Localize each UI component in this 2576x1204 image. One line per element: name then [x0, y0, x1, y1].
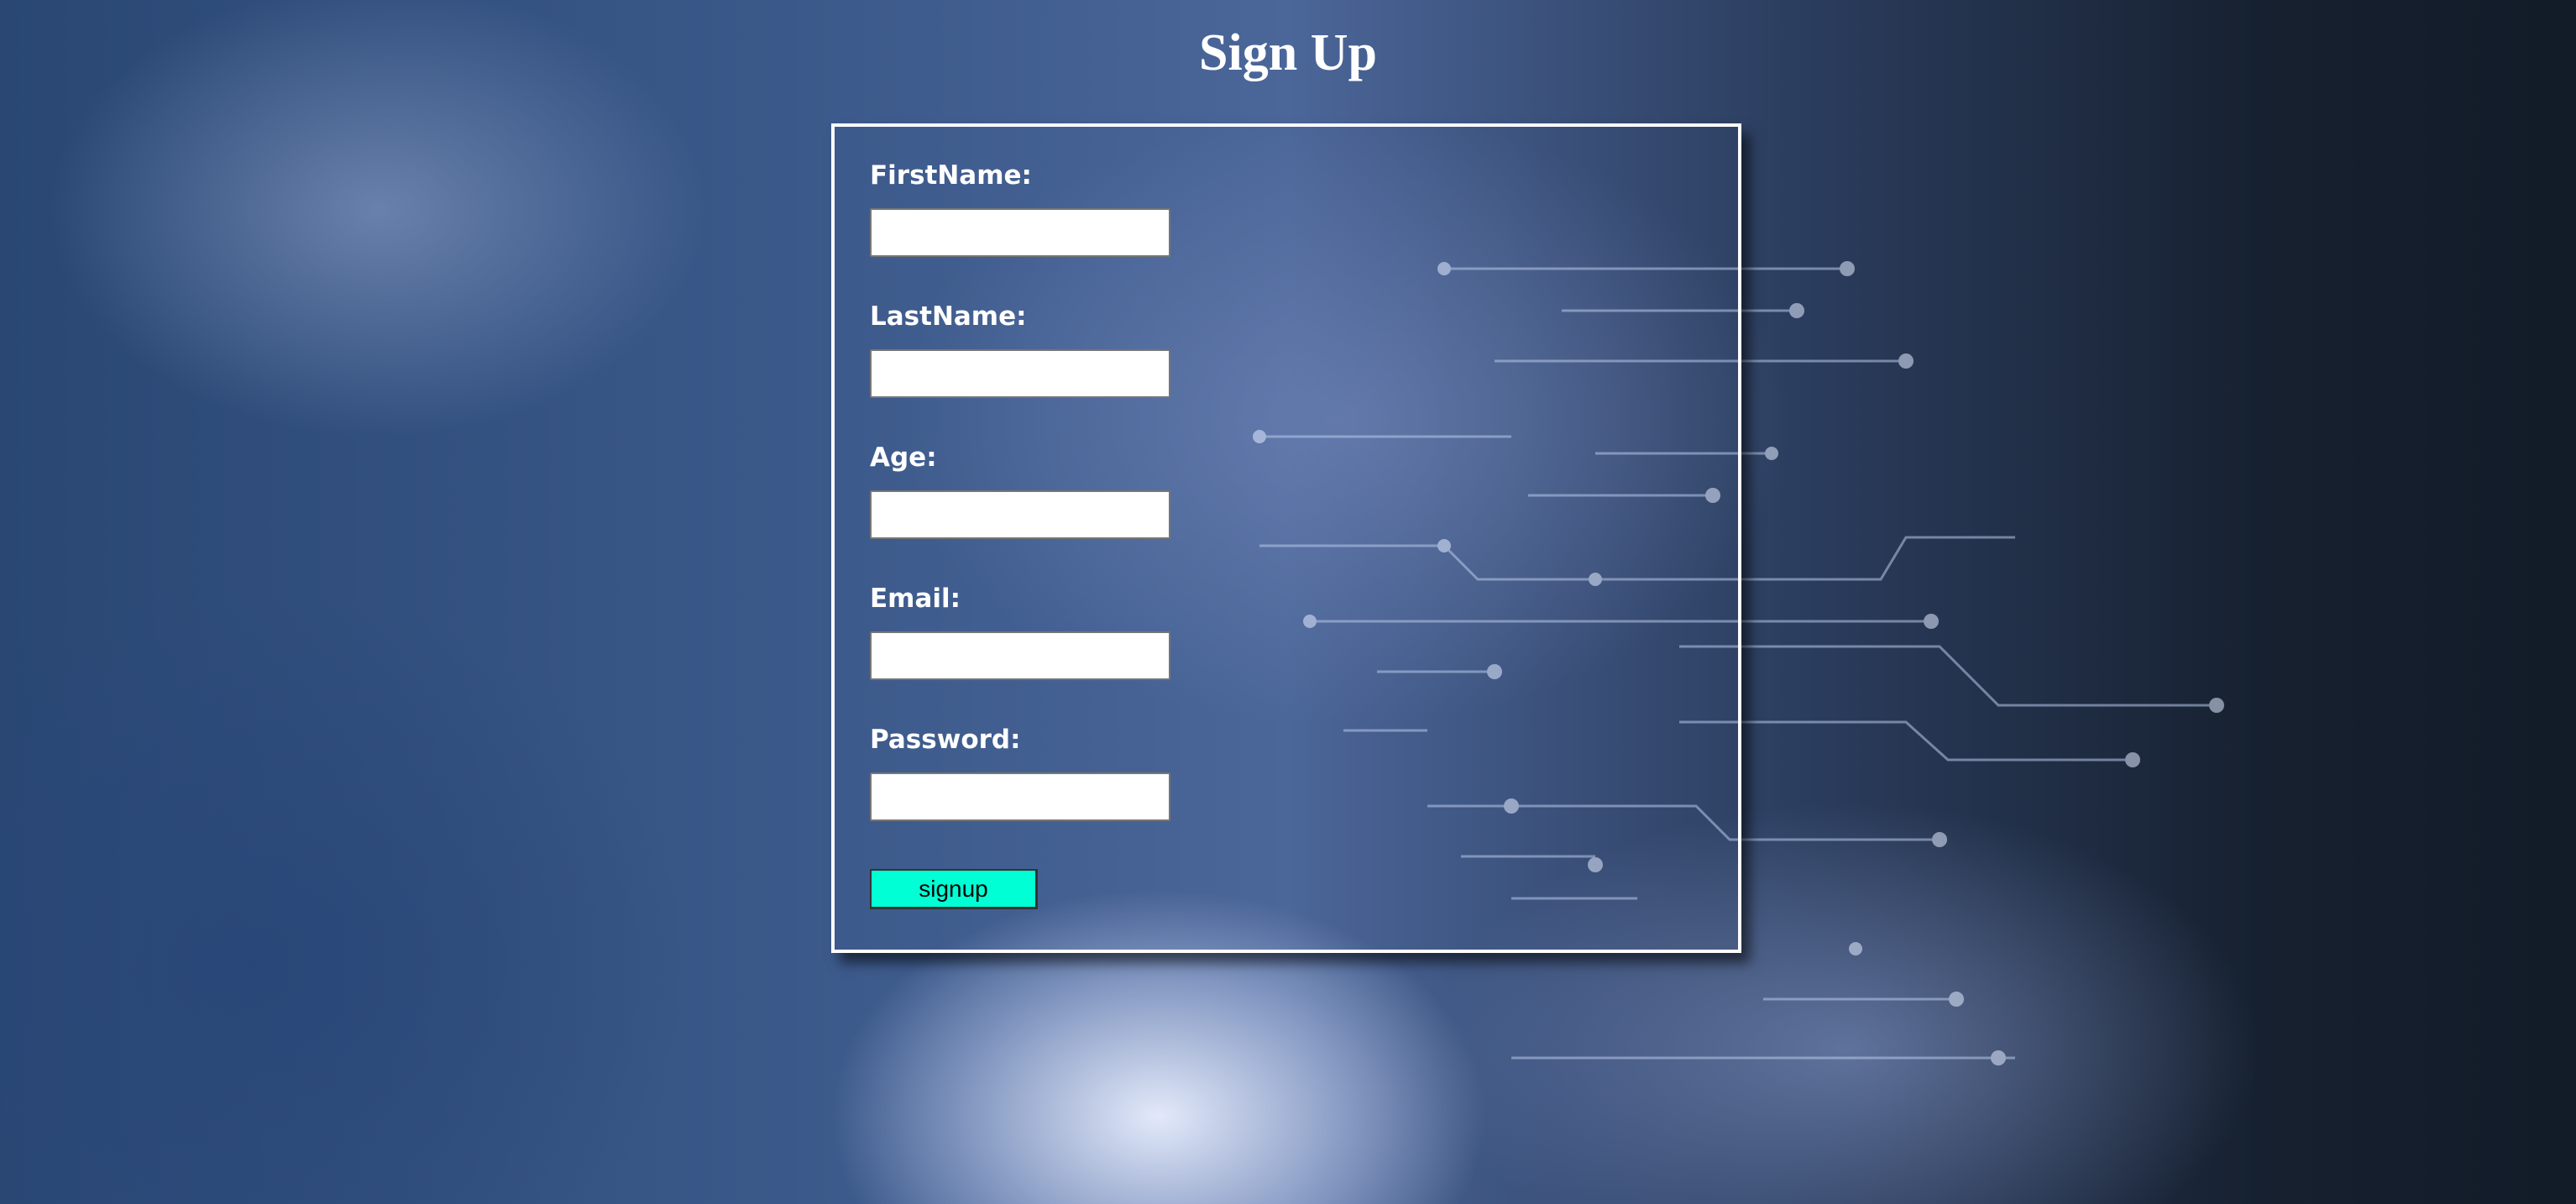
password-input[interactable] [870, 772, 1170, 821]
age-input[interactable] [870, 490, 1170, 539]
signup-form: FirstName: LastName: Age: Email: Passwor… [831, 123, 1741, 953]
first-name-label: FirstName: [870, 160, 1032, 191]
email-label: Email: [870, 584, 961, 614]
signup-button[interactable]: signup [870, 869, 1038, 909]
page-title: Sign Up [1199, 24, 1377, 81]
first-name-input[interactable] [870, 208, 1170, 257]
age-label: Age: [870, 442, 937, 473]
email-input[interactable] [870, 631, 1170, 680]
last-name-input[interactable] [870, 349, 1170, 398]
last-name-label: LastName: [870, 301, 1027, 332]
password-label: Password: [870, 725, 1021, 755]
